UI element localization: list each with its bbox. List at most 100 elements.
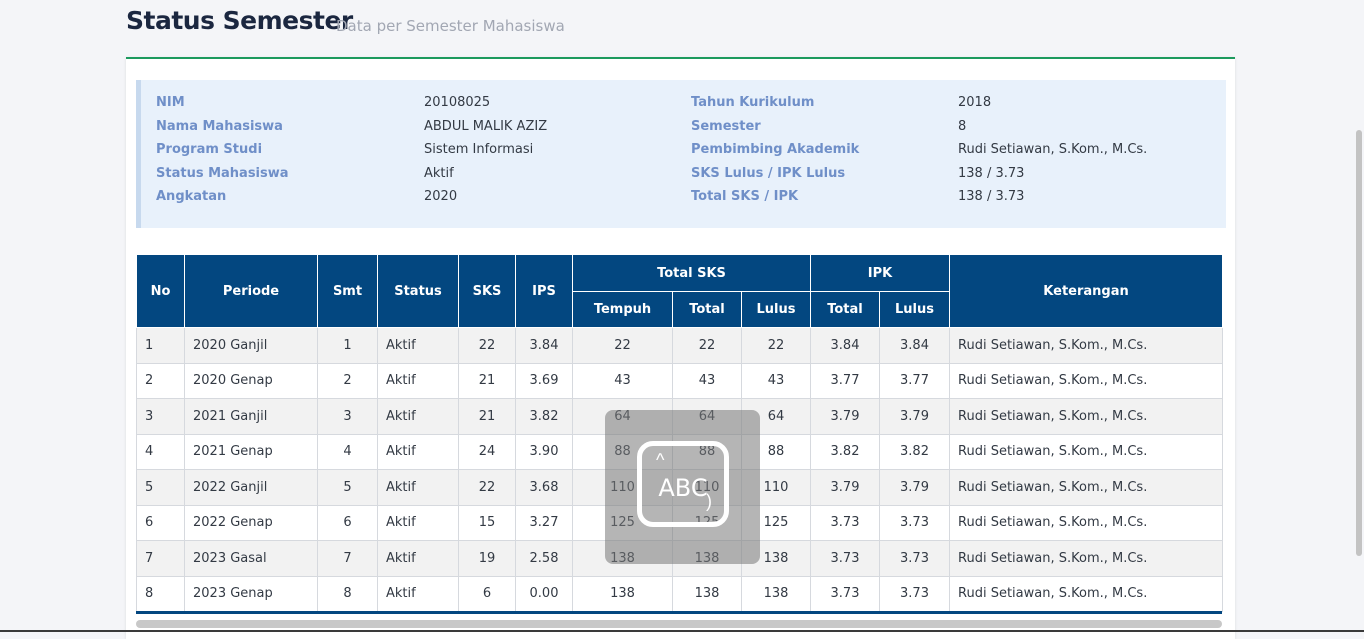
col-header-periode[interactable]: Periode [184,254,318,328]
cell-keterangan: Rudi Setiawan, S.Kom., M.Cs. [949,540,1224,577]
cell-ips: 3.84 [515,327,573,364]
info-label-semester: Semester [691,119,761,134]
vertical-scrollbar[interactable] [1356,130,1362,556]
cell-sks-tempuh: 138 [572,575,673,612]
page-title: Status Semester [126,6,353,35]
cell-periode: 2020 Genap [184,362,318,399]
cell-status: Aktif [377,504,459,541]
cell-keterangan: Rudi Setiawan, S.Kom., M.Cs. [949,575,1224,612]
info-label-nim: NIM [156,95,185,110]
col-header-sks[interactable]: SKS [458,254,516,328]
cell-periode: 2023 Genap [184,575,318,612]
col-header-tempuh[interactable]: Tempuh [572,291,673,328]
cell-smt: 1 [317,327,378,364]
col-header-ipk: IPK [809,254,951,292]
cell-sks: 22 [458,327,516,364]
col-header-ips[interactable]: IPS [515,254,573,328]
cell-keterangan: Rudi Setiawan, S.Kom., M.Cs. [949,504,1224,541]
cell-no: 6 [136,504,185,541]
cell-status: Aktif [377,575,459,612]
info-value-nim: 20108025 [424,95,491,110]
cell-status: Aktif [377,398,459,435]
info-label-nama: Nama Mahasiswa [156,119,283,134]
cell-ipk-lulus: 3.79 [878,398,951,435]
col-header-keterangan[interactable]: Keterangan [949,254,1224,328]
info-label-pembimbing: Pembimbing Akademik [691,142,860,157]
cell-ipk-lulus: 3.82 [878,433,951,470]
col-header-no[interactable]: No [136,254,185,328]
cell-ipk-total: 3.79 [810,398,880,435]
cell-status: Aktif [377,540,459,577]
cell-ipk-total: 3.82 [810,433,880,470]
cell-keterangan: Rudi Setiawan, S.Kom., M.Cs. [949,433,1224,470]
horizontal-scrollbar[interactable] [136,620,1222,628]
cell-periode: 2022 Ganjil [184,469,318,506]
text-recognition-overlay[interactable]: ^ ABC ) [605,410,760,564]
cell-ipk-total: 3.73 [810,540,880,577]
cell-ipk-lulus: 3.73 [878,504,951,541]
cell-ips: 3.90 [515,433,573,470]
cell-no: 2 [136,362,185,399]
cell-sks: 19 [458,540,516,577]
cell-periode: 2022 Genap [184,504,318,541]
cell-smt: 5 [317,469,378,506]
col-header-ipk-lulus[interactable]: Lulus [878,291,951,328]
hook-icon: ) [706,491,712,511]
cell-no: 3 [136,398,185,435]
info-value-pembimbing: Rudi Setiawan, S.Kom., M.Cs. [958,142,1148,157]
cell-ipk-total: 3.77 [810,362,880,399]
cell-ipk-total: 3.84 [810,327,880,364]
info-value-status: Aktif [424,166,454,181]
text-recognition-icon[interactable]: ^ ABC ) [637,441,729,527]
cell-smt: 8 [317,575,378,612]
cell-ipk-lulus: 3.73 [878,575,951,612]
cell-periode: 2020 Ganjil [184,327,318,364]
cell-ips: 3.69 [515,362,573,399]
cell-ips: 3.68 [515,469,573,506]
cell-sks-tempuh: 22 [572,327,673,364]
cell-ipk-lulus: 3.84 [878,327,951,364]
col-header-status[interactable]: Status [377,254,459,328]
cell-sks: 15 [458,504,516,541]
info-value-sks-lulus: 138 / 3.73 [958,166,1025,181]
col-header-smt[interactable]: Smt [317,254,378,328]
cell-keterangan: Rudi Setiawan, S.Kom., M.Cs. [949,398,1224,435]
info-value-angkatan: 2020 [424,189,458,204]
col-header-sks-total[interactable]: Total [672,291,742,328]
cell-no: 5 [136,469,185,506]
info-label-sks-lulus: SKS Lulus / IPK Lulus [691,166,846,181]
col-header-ipk-total[interactable]: Total [810,291,880,328]
cell-sks: 22 [458,469,516,506]
cell-sks-total: 22 [672,327,742,364]
cell-smt: 2 [317,362,378,399]
cell-status: Aktif [377,327,459,364]
cell-keterangan: Rudi Setiawan, S.Kom., M.Cs. [949,327,1224,364]
cell-sks: 21 [458,362,516,399]
cell-ipk-total: 3.73 [810,504,880,541]
cell-keterangan: Rudi Setiawan, S.Kom., M.Cs. [949,469,1224,506]
cell-no: 8 [136,575,185,612]
cell-smt: 7 [317,540,378,577]
cell-ipk-total: 3.79 [810,469,880,506]
page-subtitle: Data per Semester Mahasiswa [336,17,565,35]
cell-smt: 3 [317,398,378,435]
cell-smt: 4 [317,433,378,470]
info-label-angkatan: Angkatan [156,189,227,204]
cell-sks-lulus: 138 [741,575,811,612]
cell-sks: 21 [458,398,516,435]
cell-status: Aktif [377,362,459,399]
cell-ips: 0.00 [515,575,573,612]
col-header-sks-lulus[interactable]: Lulus [741,291,811,328]
cell-ipk-lulus: 3.73 [878,540,951,577]
cell-ips: 3.82 [515,398,573,435]
cell-periode: 2021 Ganjil [184,398,318,435]
cell-periode: 2023 Gasal [184,540,318,577]
cell-ips: 3.27 [515,504,573,541]
info-label-total-sks: Total SKS / IPK [691,189,799,204]
info-label-kurikulum: Tahun Kurikulum [691,95,815,110]
cell-status: Aktif [377,433,459,470]
info-value-kurikulum: 2018 [958,95,992,110]
cell-ipk-lulus: 3.77 [878,362,951,399]
cell-ips: 2.58 [515,540,573,577]
cell-sks-total: 43 [672,362,742,399]
